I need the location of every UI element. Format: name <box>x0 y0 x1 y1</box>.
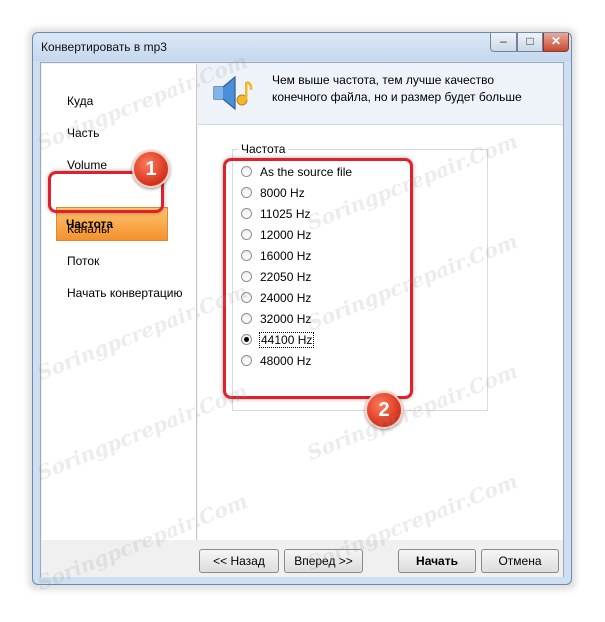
maximize-button[interactable]: □ <box>517 33 543 52</box>
sidebar-item-part[interactable]: Часть <box>67 126 99 140</box>
wizard-sidebar: Куда Часть Volume Частота Каналы Поток Н… <box>42 64 197 540</box>
frequency-group-title: Частота <box>238 142 289 156</box>
highlight-frame-2 <box>223 158 413 399</box>
window-title: Конвертировать в mp3 <box>41 40 167 54</box>
close-button[interactable]: ✕ <box>543 33 569 52</box>
info-header: Чем выше частота, тем лучше качество кон… <box>198 64 563 125</box>
back-button[interactable]: << Назад <box>199 549 279 573</box>
sidebar-item-channels[interactable]: Каналы <box>67 222 110 236</box>
info-text: Чем выше частота, тем лучше качество кон… <box>272 73 522 104</box>
sidebar-item-bitrate[interactable]: Поток <box>67 254 99 268</box>
cancel-button[interactable]: Отмена <box>481 549 559 573</box>
sidebar-item-start-conversion[interactable]: Начать конвертацию <box>67 286 182 300</box>
step-badge-2: 2 <box>365 391 403 429</box>
button-bar: << Назад Вперед >> Начать Отмена <box>41 540 563 577</box>
sidebar-item-volume[interactable]: Volume <box>67 158 107 172</box>
title-bar: Конвертировать в mp3 – □ ✕ <box>33 33 571 61</box>
sidebar-item-destination[interactable]: Куда <box>67 94 93 108</box>
step-badge-1: 1 <box>132 150 170 188</box>
speaker-music-icon <box>213 75 253 111</box>
minimize-button[interactable]: – <box>490 33 517 52</box>
next-button[interactable]: Вперед >> <box>284 549 363 573</box>
start-button[interactable]: Начать <box>398 549 476 573</box>
